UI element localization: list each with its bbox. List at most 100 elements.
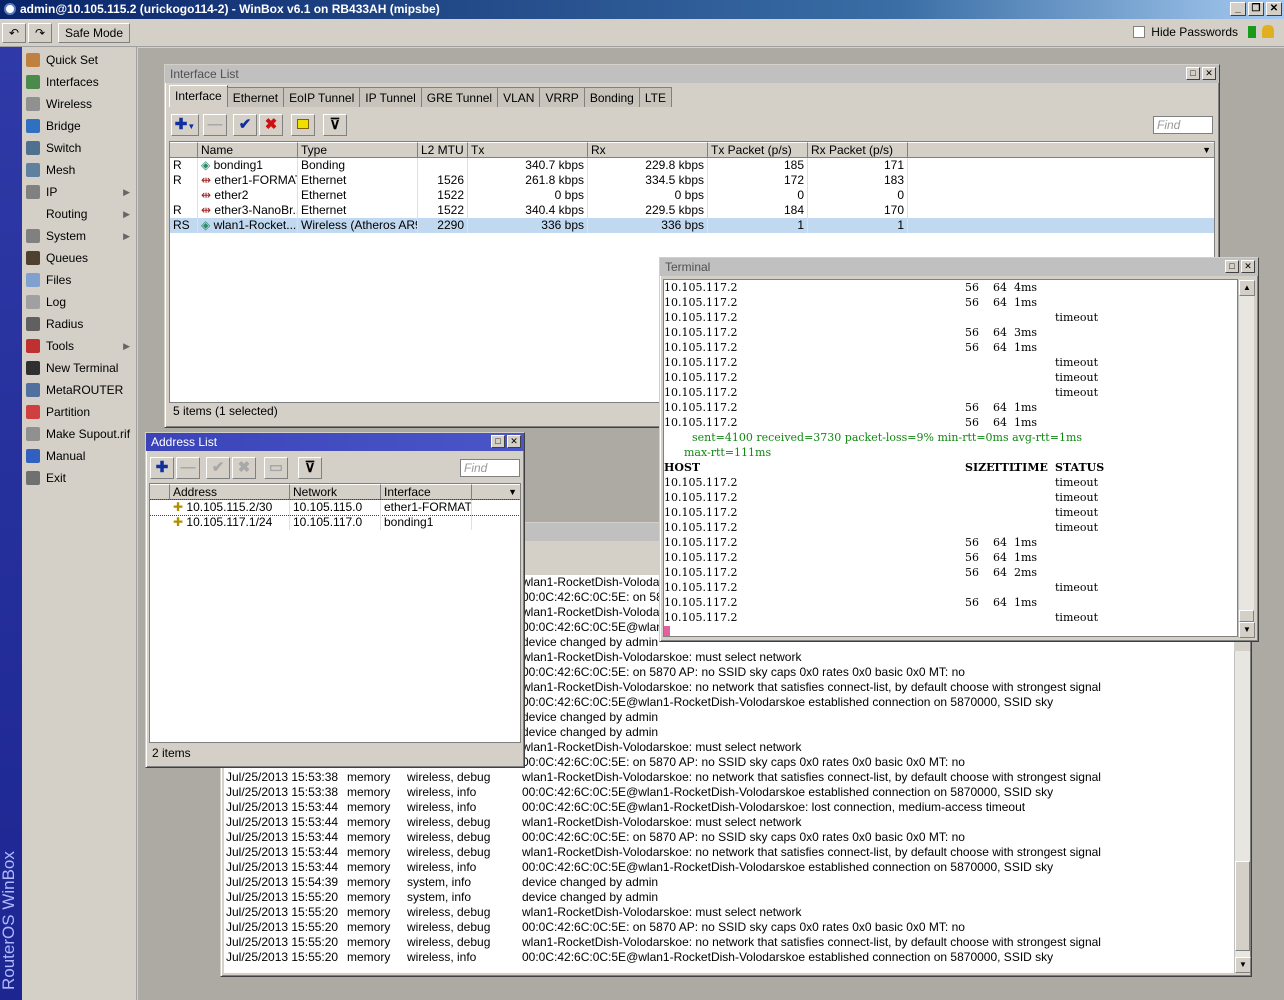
sidebar-item-metarouter[interactable]: MetaROUTER: [24, 380, 134, 400]
log-row[interactable]: Jul/25/2013 15:53:44 memory wireless, info…: [224, 860, 1234, 875]
hide-passwords-toggle[interactable]: Hide Passwords: [1133, 25, 1238, 39]
terminal-scroll-up[interactable]: ▲: [1239, 280, 1255, 296]
column-header-l2-mtu[interactable]: L2 MTU: [418, 142, 468, 158]
add-button[interactable]: ✚▼: [171, 114, 199, 136]
table-row[interactable]: ⇹ ether2 Ethernet 1522 0 bps 0 bps 0 0: [170, 188, 1214, 203]
sidebar-item-partition[interactable]: Partition: [24, 402, 134, 422]
tab-ip-tunnel[interactable]: IP Tunnel: [359, 87, 422, 107]
log-scrollbar[interactable]: ▼: [1234, 651, 1251, 973]
tab-lte[interactable]: LTE: [638, 87, 672, 107]
minimize-button[interactable]: _: [1230, 2, 1246, 16]
log-row[interactable]: Jul/25/2013 15:53:38 memory wireless, info…: [224, 785, 1234, 800]
sidebar-item-routing[interactable]: Routing ▶: [24, 204, 134, 224]
interface-find-input[interactable]: Find: [1153, 116, 1213, 134]
sidebar-item-manual[interactable]: Manual: [24, 446, 134, 466]
remove-button[interactable]: —: [203, 114, 227, 136]
log-topics: wireless, debug: [407, 905, 491, 919]
address-remove-button[interactable]: —: [176, 457, 200, 479]
table-row[interactable]: ✚ 10.105.115.2/30 10.105.115.0 ether1-FORM…: [150, 499, 520, 516]
tab-eoip-tunnel[interactable]: EoIP Tunnel: [283, 87, 361, 107]
log-row[interactable]: Jul/25/2013 15:55:20 memory wireless, debu…: [224, 905, 1234, 920]
table-row[interactable]: R ⇹ ether3-NanoBr... Ethernet 1522 340.4 kbp…: [170, 203, 1214, 218]
log-row[interactable]: Jul/25/2013 15:54:39 memory system, info de…: [224, 875, 1234, 890]
sidebar-item-log[interactable]: Log: [24, 292, 134, 312]
address-comment-button[interactable]: ▭: [264, 457, 288, 479]
log-row[interactable]: Jul/25/2013 15:53:44 memory wireless, debu…: [224, 845, 1234, 860]
interface-list-maximize[interactable]: □: [1186, 67, 1200, 80]
column-header-network[interactable]: Network: [290, 484, 381, 500]
sidebar-item-make-supout-rif[interactable]: Make Supout.rif: [24, 424, 134, 444]
tab-vlan[interactable]: VLAN: [497, 87, 541, 107]
column-header-tx[interactable]: Tx: [468, 142, 588, 158]
address-list-close[interactable]: ✕: [507, 435, 521, 448]
tab-gre-tunnel[interactable]: GRE Tunnel: [420, 87, 499, 107]
enable-button[interactable]: ✔: [233, 114, 257, 136]
tab-vrrp[interactable]: VRRP: [539, 87, 585, 107]
log-row[interactable]: Jul/25/2013 15:53:44 memory wireless, debu…: [224, 830, 1234, 845]
column-header-rx[interactable]: Rx: [588, 142, 708, 158]
address-filter-button[interactable]: ⊽: [298, 457, 322, 479]
sidebar-item-new-terminal[interactable]: New Terminal: [24, 358, 134, 378]
log-row[interactable]: Jul/25/2013 15:55:20 memory wireless, info…: [224, 950, 1234, 965]
interface-list-close[interactable]: ✕: [1202, 67, 1216, 80]
column-header-tx-packet-p-s-[interactable]: Tx Packet (p/s): [708, 142, 808, 158]
log-row[interactable]: Jul/25/2013 15:55:20 memory wireless, debu…: [224, 920, 1234, 935]
filter-button[interactable]: ⊽: [323, 114, 347, 136]
tab-interface[interactable]: Interface: [169, 85, 228, 107]
undo-button[interactable]: ↶: [2, 23, 26, 43]
table-row[interactable]: R ⇹ ether1-FORMAT Ethernet 1526 261.8 kbps 33…: [170, 173, 1214, 188]
column-header-address[interactable]: Address: [170, 484, 290, 500]
column-header-rx-packet-p-s-[interactable]: Rx Packet (p/s): [808, 142, 908, 158]
terminal-output[interactable]: 10.105.117.2 56 64 4ms 10.105.117.2 56 64 1ms 10…: [663, 279, 1238, 637]
tab-bonding[interactable]: Bonding: [583, 87, 640, 107]
column-chooser[interactable]: ▼: [472, 484, 520, 500]
sidebar-item-mesh[interactable]: Mesh: [24, 160, 134, 180]
address-list-maximize[interactable]: □: [491, 435, 505, 448]
log-scroll-thumb[interactable]: [1235, 861, 1250, 951]
sidebar-item-interfaces[interactable]: Interfaces: [24, 72, 134, 92]
terminal-scrollbar[interactable]: ▲ ▼: [1238, 280, 1255, 638]
sidebar-item-files[interactable]: Files: [24, 270, 134, 290]
terminal-scroll-thumb[interactable]: [1239, 610, 1254, 622]
sidebar-item-ip[interactable]: IP ▶: [24, 182, 134, 202]
sidebar-item-quick-set[interactable]: Quick Set: [24, 50, 134, 70]
log-row[interactable]: Jul/25/2013 15:55:20 memory system, info de…: [224, 890, 1234, 905]
log-row[interactable]: Jul/25/2013 15:53:44 memory wireless, debu…: [224, 815, 1234, 830]
column-header-interface[interactable]: Interface: [381, 484, 472, 500]
terminal-scroll-down[interactable]: ▼: [1239, 622, 1255, 638]
log-row[interactable]: Jul/25/2013 15:53:38 memory wireless, debu…: [224, 770, 1234, 785]
terminal-maximize[interactable]: □: [1225, 260, 1239, 273]
sidebar-item-tools[interactable]: Tools ▶: [24, 336, 134, 356]
terminal-title: Terminal: [660, 258, 1258, 276]
terminal-close[interactable]: ✕: [1241, 260, 1255, 273]
safe-mode-button[interactable]: Safe Mode: [58, 23, 130, 43]
sidebar-item-wireless[interactable]: Wireless: [24, 94, 134, 114]
table-row[interactable]: R ◈ bonding1 Bonding 340.7 kbps 229.8 kbps 18…: [170, 158, 1214, 173]
log-scroll-down[interactable]: ▼: [1235, 957, 1251, 973]
column-header-name[interactable]: Name: [198, 142, 298, 158]
sidebar-item-bridge[interactable]: Bridge: [24, 116, 134, 136]
address-find-input[interactable]: Find: [460, 459, 520, 477]
address-enable-button[interactable]: ✔: [206, 457, 230, 479]
restore-button[interactable]: ❐: [1248, 2, 1264, 16]
table-row[interactable]: RS◈ wlan1-Rocket...Wireless (Atheros AR9…: [170, 218, 1214, 233]
sidebar-item-system[interactable]: System ▶: [24, 226, 134, 246]
sidebar-item-radius[interactable]: Radius: [24, 314, 134, 334]
disable-button[interactable]: ✖: [259, 114, 283, 136]
sidebar-item-queues[interactable]: Queues: [24, 248, 134, 268]
sidebar-item-exit[interactable]: Exit: [24, 468, 134, 488]
address-add-button[interactable]: ✚: [150, 457, 174, 479]
column-chooser[interactable]: ▼: [908, 142, 1214, 158]
column-header-type[interactable]: Type: [298, 142, 418, 158]
redo-button[interactable]: ↷: [28, 23, 52, 43]
log-row[interactable]: Jul/25/2013 15:53:44 memory wireless, info…: [224, 800, 1234, 815]
log-message: device changed by admin: [522, 710, 659, 724]
tab-ethernet[interactable]: Ethernet: [226, 87, 285, 107]
table-row[interactable]: ✚ 10.105.117.1/24 10.105.117.0 bonding1: [150, 515, 520, 530]
hide-passwords-checkbox[interactable]: [1133, 26, 1146, 38]
sidebar-item-switch[interactable]: Switch: [24, 138, 134, 158]
address-disable-button[interactable]: ✖: [232, 457, 256, 479]
comment-button[interactable]: [291, 114, 315, 136]
log-row[interactable]: Jul/25/2013 15:55:20 memory wireless, debu…: [224, 935, 1234, 950]
close-button[interactable]: ✕: [1266, 2, 1282, 16]
